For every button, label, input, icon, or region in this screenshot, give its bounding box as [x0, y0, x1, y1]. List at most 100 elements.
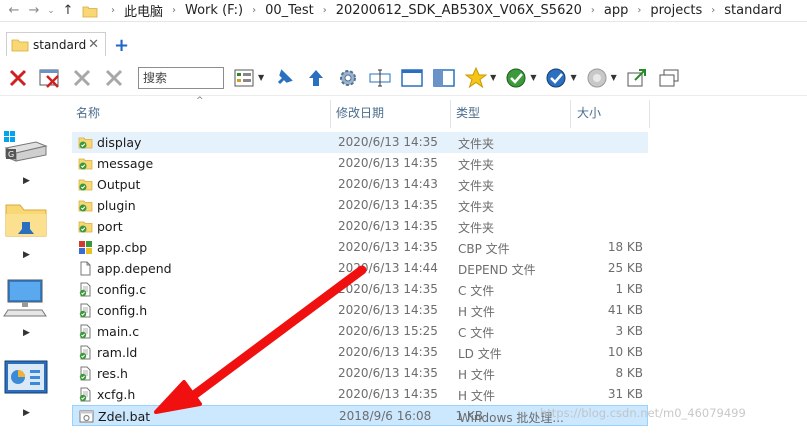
file-row[interactable]: config.c 2020/6/13 14:35 C 文件 1 KB	[72, 279, 807, 300]
file-row[interactable]: plugin 2020/6/13 14:35 文件夹	[72, 195, 807, 216]
file-row[interactable]: message 2020/6/13 14:35 文件夹	[72, 153, 807, 174]
up-arrow-icon[interactable]: ↑	[58, 0, 78, 22]
breadcrumb-item[interactable]: app	[602, 3, 630, 18]
pin-icon[interactable]	[272, 66, 296, 90]
recent-dropdown-icon[interactable]: ⌄	[44, 0, 58, 22]
restore-window-icon[interactable]	[657, 66, 681, 90]
file-date: 2020/6/13 15:25	[338, 324, 438, 338]
file-name: app.cbp	[97, 240, 148, 255]
view-grid-icon[interactable]	[232, 66, 256, 90]
file-row[interactable]: config.h 2020/6/13 14:35 H 文件 41 KB	[72, 300, 807, 321]
column-header-size[interactable]: 大小	[577, 104, 601, 121]
column-header-name[interactable]: 名称	[76, 104, 100, 121]
file-list: display 2020/6/13 14:35 文件夹 message 2020…	[72, 132, 807, 426]
file-size: 1 KB	[455, 409, 483, 423]
split-window-icon[interactable]	[432, 66, 456, 90]
breadcrumb: › 此电脑 › Work (F:) › 00_Test › 20200612_S…	[82, 0, 784, 22]
file-date: 2020/6/13 14:35	[338, 156, 438, 170]
star-icon[interactable]	[464, 66, 488, 90]
chevron-down-icon[interactable]: ▼	[570, 73, 576, 82]
file-row[interactable]: res.h 2020/6/13 14:35 H 文件 8 KB	[72, 363, 807, 384]
folder-icon	[82, 6, 98, 17]
file-type: CBP 文件	[458, 242, 510, 256]
file-name: Zdel.bat	[98, 409, 151, 424]
folder-check-icon	[78, 179, 93, 191]
breadcrumb-separator-icon: ›	[172, 5, 177, 16]
drive-icon: G	[4, 131, 48, 162]
expand-arrow-icon[interactable]: ▶	[23, 328, 30, 338]
chevron-down-icon[interactable]: ▼	[530, 73, 536, 82]
cut-alt-icon[interactable]	[102, 66, 126, 90]
folder-check-icon	[78, 137, 93, 149]
column-header-date[interactable]: 修改日期	[336, 104, 384, 121]
open-external-icon[interactable]	[625, 66, 649, 90]
cbp-file-icon	[79, 241, 92, 254]
chevron-down-icon[interactable]: ▼	[611, 73, 617, 82]
file-row[interactable]: display 2020/6/13 14:35 文件夹	[72, 132, 648, 153]
file-name: ram.ld	[97, 345, 138, 360]
file-date: 2020/6/13 14:35	[338, 387, 438, 401]
file-row[interactable]: main.c 2020/6/13 15:25 C 文件 3 KB	[72, 321, 807, 342]
breadcrumb-item[interactable]: 20200612_SDK_AB530X_V06X_S5620	[334, 3, 584, 18]
close-tab-icon[interactable]: ✕	[88, 37, 99, 52]
search-input[interactable]: 搜索	[138, 66, 224, 89]
file-row[interactable]: xcfg.h 2020/6/13 14:35 H 文件 31 KB	[72, 384, 807, 405]
breadcrumb-item[interactable]: standard	[722, 3, 784, 18]
breadcrumb-item[interactable]: 此电脑	[122, 1, 165, 20]
up-blue-arrow-icon[interactable]	[304, 66, 328, 90]
file-row[interactable]: ram.ld 2020/6/13 14:35 LD 文件 10 KB	[72, 342, 807, 363]
blue-globe-icon[interactable]	[544, 66, 568, 90]
file-size: 8 KB	[615, 366, 643, 380]
file-name: display	[97, 135, 142, 150]
file-name: res.h	[97, 366, 128, 381]
file-size: 18 KB	[607, 240, 643, 254]
column-header-type[interactable]: 类型	[456, 104, 480, 121]
file-check-icon	[79, 345, 91, 360]
breadcrumb-separator-icon: ›	[711, 5, 716, 16]
chevron-down-icon[interactable]: ▼	[258, 73, 264, 82]
file-type: 文件夹	[458, 158, 495, 172]
folder-check-icon	[78, 200, 93, 212]
file-date: 2020/6/13 14:35	[338, 135, 438, 149]
breadcrumb-separator-icon: ›	[322, 5, 327, 16]
breadcrumb-item[interactable]: 00_Test	[263, 3, 316, 18]
expand-arrow-icon[interactable]: ▶	[23, 408, 30, 418]
address-bar: ← → ⌄ ↑ › 此电脑 › Work (F:) › 00_Test › 20…	[0, 0, 807, 22]
gear-icon[interactable]	[336, 66, 360, 90]
tab-standard[interactable]: standard ✕	[6, 32, 106, 56]
file-row[interactable]: port 2020/6/13 14:35 文件夹	[72, 216, 807, 237]
column-divider[interactable]	[649, 100, 650, 128]
breadcrumb-item[interactable]: Work (F:)	[183, 3, 245, 18]
gray-globe-icon[interactable]	[585, 66, 609, 90]
computer-icon	[3, 279, 47, 317]
svg-text:G: G	[8, 150, 14, 159]
column-divider[interactable]	[330, 100, 331, 128]
green-globe-icon[interactable]	[504, 66, 528, 90]
column-divider[interactable]	[450, 100, 451, 128]
window-icon[interactable]	[400, 66, 424, 90]
new-tab-icon[interactable]: +	[114, 35, 129, 56]
column-header-row: ^ 名称 修改日期 类型 大小	[72, 96, 807, 128]
delete-window-icon[interactable]	[38, 66, 62, 90]
file-name: port	[97, 219, 123, 234]
cut-icon[interactable]	[70, 66, 94, 90]
file-size: 41 KB	[607, 303, 643, 317]
file-row[interactable]: Output 2020/6/13 14:43 文件夹	[72, 174, 807, 195]
file-type: 文件夹	[458, 137, 495, 151]
file-row[interactable]: app.cbp 2020/6/13 14:35 CBP 文件 18 KB	[72, 237, 807, 258]
file-row[interactable]: app.depend 2020/6/13 14:44 DEPEND 文件 25 …	[72, 258, 807, 279]
forward-arrow-icon[interactable]: →	[24, 0, 44, 22]
rename-icon[interactable]	[368, 66, 392, 90]
folder-check-icon	[78, 221, 93, 233]
file-name: config.c	[97, 282, 147, 297]
back-arrow-icon[interactable]: ←	[4, 0, 24, 22]
expand-arrow-icon[interactable]: ▶	[23, 250, 30, 260]
breadcrumb-item[interactable]: projects	[648, 3, 704, 18]
file-name: config.h	[97, 303, 148, 318]
file-name: main.c	[97, 324, 140, 339]
column-divider[interactable]	[570, 100, 571, 128]
chevron-down-icon[interactable]: ▼	[490, 73, 496, 82]
delete-icon[interactable]	[6, 66, 30, 90]
expand-arrow-icon[interactable]: ▶	[23, 176, 30, 186]
file-date: 2020/6/13 14:35	[338, 282, 438, 296]
